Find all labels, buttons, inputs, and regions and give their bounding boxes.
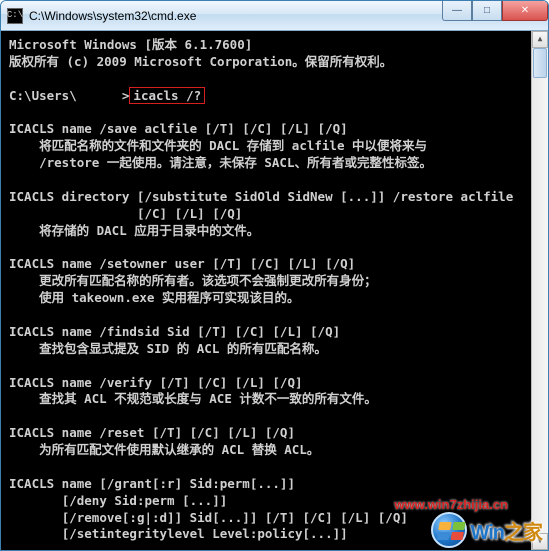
prompt-path: C:\Users\	[9, 88, 77, 103]
line: 版权所有 (c) 2009 Microsoft Corporation。保留所有…	[9, 54, 392, 69]
maximize-button[interactable]: □	[472, 1, 502, 21]
app-icon-label: C:\	[7, 11, 23, 20]
line: ICACLS name /findsid Sid [/T] [/C] [/L] …	[9, 324, 340, 339]
line: Microsoft Windows [版本 6.1.7600]	[9, 37, 252, 52]
line: [/C] [/L] [/Q]	[9, 206, 242, 221]
line: 查找其 ACL 不规范或长度与 ACE 计数不一致的所有文件。	[9, 391, 377, 406]
scroll-up-button[interactable]: ▲	[532, 31, 548, 48]
line: ICACLS name /reset [/T] [/C] [/L] [/Q]	[9, 425, 295, 440]
close-button[interactable]: ✕	[502, 1, 548, 21]
line: 更改所有匹配名称的所有者。该选项不会强制更改所有身份；	[9, 273, 377, 288]
line: ICACLS name /verify [/T] [/C] [/L] [/Q]	[9, 375, 303, 390]
vertical-scrollbar[interactable]: ▲ ▼	[531, 31, 548, 550]
line: ICACLS name [/grant[:r] Sid:perm[...]]	[9, 476, 295, 491]
line: /restore 一起使用。请注意，未保存 SACL、所有者或完整性标签。	[9, 155, 432, 170]
cmd-window: C:\ C:\Windows\system32\cmd.exe — □ ✕ Mi…	[0, 0, 549, 551]
scroll-track[interactable]	[532, 48, 548, 533]
line: 将匹配名称的文件和文件夹的 DACL 存储到 aclfile 中以便将来与	[9, 138, 427, 153]
window-title: C:\Windows\system32\cmd.exe	[29, 9, 196, 23]
watermark-logo: Win之家	[431, 512, 542, 548]
line: [/remove[:g|:d]] Sid[...]] [/T] [/C] [/L…	[9, 510, 408, 525]
line: ICACLS directory [/substitute SidOld Sid…	[9, 189, 513, 204]
window-controls: — □ ✕	[442, 1, 548, 21]
line: 查找包含显式提及 SID 的 ACL 的所有匹配名称。	[9, 341, 327, 356]
scroll-thumb[interactable]	[533, 48, 547, 78]
command-highlight: icacls /?	[129, 87, 205, 104]
line: [/setintegritylevel Level:policy[...]]	[9, 526, 348, 541]
watermark-brand: Win之家	[471, 516, 542, 545]
line: [/deny Sid:perm [...]]	[9, 493, 227, 508]
line: 将存储的 DACL 应用于目录中的文件。	[9, 223, 259, 238]
terminal-output[interactable]: Microsoft Windows [版本 6.1.7600] 版权所有 (c)…	[1, 31, 548, 550]
line: 使用 takeown.exe 实用程序可实现该目的。	[9, 290, 299, 305]
watermark-url: www.win7zhijia.cn	[394, 497, 508, 512]
brand-right: 之家	[504, 522, 542, 544]
line: 为所有匹配文件使用默认继承的 ACL 替换 ACL。	[9, 442, 319, 457]
brand-left: Win	[471, 522, 504, 544]
line: ICACLS name /setowner user [/T] [/C] [/L…	[9, 256, 355, 271]
minimize-button[interactable]: —	[442, 1, 472, 21]
app-icon: C:\	[7, 8, 23, 24]
titlebar[interactable]: C:\ C:\Windows\system32\cmd.exe — □ ✕	[1, 1, 548, 31]
line: ICACLS name /save aclfile [/T] [/C] [/L]…	[9, 121, 348, 136]
windows-orb-icon	[431, 512, 467, 548]
